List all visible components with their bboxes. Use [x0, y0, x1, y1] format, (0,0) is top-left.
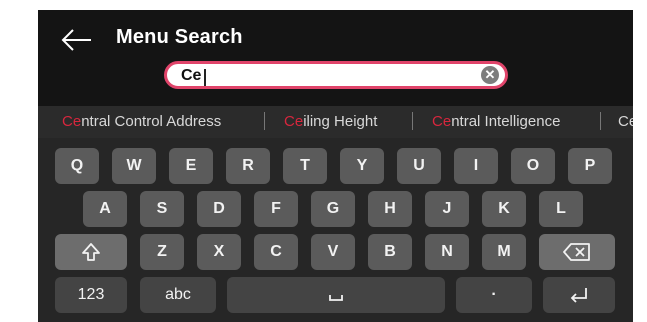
key-q[interactable]: Q: [55, 148, 99, 184]
key-j[interactable]: J: [425, 191, 469, 227]
app-screen: Menu Search Ce ✕ Central Control Address…: [38, 10, 633, 322]
space-key[interactable]: [227, 277, 445, 313]
numbers-key[interactable]: 123: [55, 277, 127, 313]
suggestion-item[interactable]: Ce: [618, 113, 633, 130]
key-f[interactable]: F: [254, 191, 298, 227]
key-o[interactable]: O: [511, 148, 555, 184]
text-cursor: [204, 69, 206, 86]
shift-icon: [82, 243, 100, 261]
page-title: Menu Search: [116, 26, 243, 48]
key-i[interactable]: I: [454, 148, 498, 184]
key-t[interactable]: T: [283, 148, 327, 184]
key-n[interactable]: N: [425, 234, 469, 270]
clear-icon[interactable]: ✕: [481, 66, 499, 84]
suggestion-divider: [412, 112, 413, 130]
key-b[interactable]: B: [368, 234, 412, 270]
key-m[interactable]: M: [482, 234, 526, 270]
key-h[interactable]: H: [368, 191, 412, 227]
key-l[interactable]: L: [539, 191, 583, 227]
key-y[interactable]: Y: [340, 148, 384, 184]
key-p[interactable]: P: [568, 148, 612, 184]
header: Menu Search Ce ✕: [38, 10, 633, 106]
backspace-icon: [563, 243, 590, 261]
key-w[interactable]: W: [112, 148, 156, 184]
suggestion-item[interactable]: Ceiling Height: [284, 113, 377, 130]
key-a[interactable]: A: [83, 191, 127, 227]
key-k[interactable]: K: [482, 191, 526, 227]
suggestion-bar: Central Control Address Ceiling Height C…: [38, 106, 633, 138]
backspace-key[interactable]: [539, 234, 615, 270]
shift-key[interactable]: [55, 234, 127, 270]
arrow-left-icon[interactable]: [60, 28, 94, 52]
key-v[interactable]: V: [311, 234, 355, 270]
key-z[interactable]: Z: [140, 234, 184, 270]
suggestion-divider: [600, 112, 601, 130]
suggestion-item[interactable]: Central Intelligence: [432, 113, 560, 130]
space-icon: [329, 295, 343, 301]
dot-key[interactable]: ·: [456, 277, 532, 313]
key-g[interactable]: G: [311, 191, 355, 227]
key-s[interactable]: S: [140, 191, 184, 227]
search-input[interactable]: Ce ✕: [164, 61, 508, 89]
key-u[interactable]: U: [397, 148, 441, 184]
suggestion-divider: [264, 112, 265, 130]
key-e[interactable]: E: [169, 148, 213, 184]
suggestion-item[interactable]: Central Control Address: [62, 113, 221, 130]
search-input-value: Ce: [181, 67, 202, 84]
key-x[interactable]: X: [197, 234, 241, 270]
enter-icon: [570, 288, 587, 303]
letters-key[interactable]: abc: [140, 277, 216, 313]
key-c[interactable]: C: [254, 234, 298, 270]
key-d[interactable]: D: [197, 191, 241, 227]
key-r[interactable]: R: [226, 148, 270, 184]
on-screen-keyboard: Q W E R T Y U I O P A S D F G H J K L Z …: [38, 138, 633, 322]
enter-key[interactable]: [543, 277, 615, 313]
